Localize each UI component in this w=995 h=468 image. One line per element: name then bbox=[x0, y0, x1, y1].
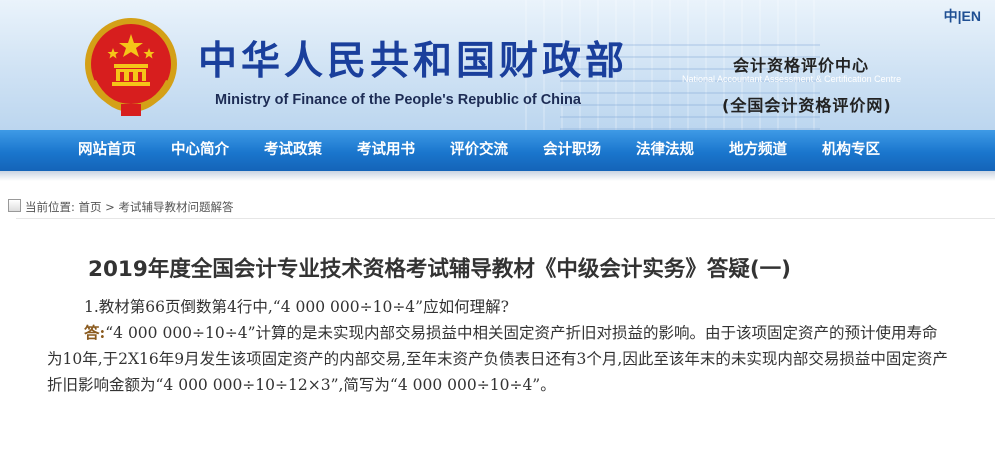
nav-item-local[interactable]: 地方频道 bbox=[729, 130, 787, 171]
national-emblem-icon[interactable] bbox=[76, 12, 186, 122]
answer-label: 答: bbox=[84, 323, 106, 342]
breadcrumb-divider bbox=[16, 218, 995, 219]
nav-item-laws[interactable]: 法律法规 bbox=[636, 130, 694, 171]
nav-item-exam-books[interactable]: 考试用书 bbox=[357, 130, 415, 171]
breadcrumb-current-link[interactable]: 考试辅导教材问题解答 bbox=[118, 200, 233, 214]
article-body: 1.教材第66页倒数第4行中,“4 000 000÷10÷4”应如何理解? 答:… bbox=[47, 294, 953, 398]
center-name-en: National Accountant Assessment & Certifi… bbox=[682, 74, 902, 84]
nav-item-exchange[interactable]: 评价交流 bbox=[450, 130, 508, 171]
language-switcher: 中|EN bbox=[944, 6, 981, 26]
center-network-name: (全国会计资格评价网) bbox=[722, 96, 892, 115]
article-title: 2019年度全国会计专业技术资格考试辅导教材《中级会计实务》答疑(一) bbox=[88, 257, 791, 282]
nav-item-about[interactable]: 中心简介 bbox=[171, 130, 229, 171]
breadcrumb: 当前位置: 首页 > 考试辅导教材问题解答 bbox=[8, 199, 233, 217]
lang-cn-link[interactable]: 中 bbox=[944, 8, 958, 24]
site-title-cn: 中华人民共和国财政部 bbox=[198, 39, 629, 84]
answer-paragraph: 答:“4 000 000÷10÷4”计算的是未实现内部交易损益中相关固定资产折旧… bbox=[47, 320, 953, 398]
center-name-cn: 会计资格评价中心 bbox=[733, 56, 870, 75]
nav-shadow bbox=[0, 171, 995, 181]
question-text: 1.教材第66页倒数第4行中,“4 000 000÷10÷4”应如何理解? bbox=[84, 298, 509, 316]
breadcrumb-prefix: 当前位置: bbox=[25, 200, 75, 214]
breadcrumb-home-link[interactable]: 首页 bbox=[79, 200, 102, 214]
nav-item-home[interactable]: 网站首页 bbox=[78, 130, 136, 171]
nav-item-exam-policy[interactable]: 考试政策 bbox=[264, 130, 322, 171]
main-nav: 网站首页 中心简介 考试政策 考试用书 评价交流 会计职场 法律法规 地方频道 … bbox=[0, 130, 995, 171]
breadcrumb-separator: > bbox=[101, 200, 119, 214]
site-header: 中华人民共和国财政部 Ministry of Finance of the Pe… bbox=[0, 0, 995, 130]
location-icon bbox=[8, 199, 21, 212]
nav-item-career[interactable]: 会计职场 bbox=[543, 130, 601, 171]
site-title-en: Ministry of Finance of the People's Repu… bbox=[215, 92, 581, 108]
nav-item-institutions[interactable]: 机构专区 bbox=[822, 130, 880, 171]
lang-en-link[interactable]: EN bbox=[962, 8, 981, 24]
answer-text: “4 000 000÷10÷4”计算的是未实现内部交易损益中相关固定资产折旧对损… bbox=[47, 324, 948, 394]
